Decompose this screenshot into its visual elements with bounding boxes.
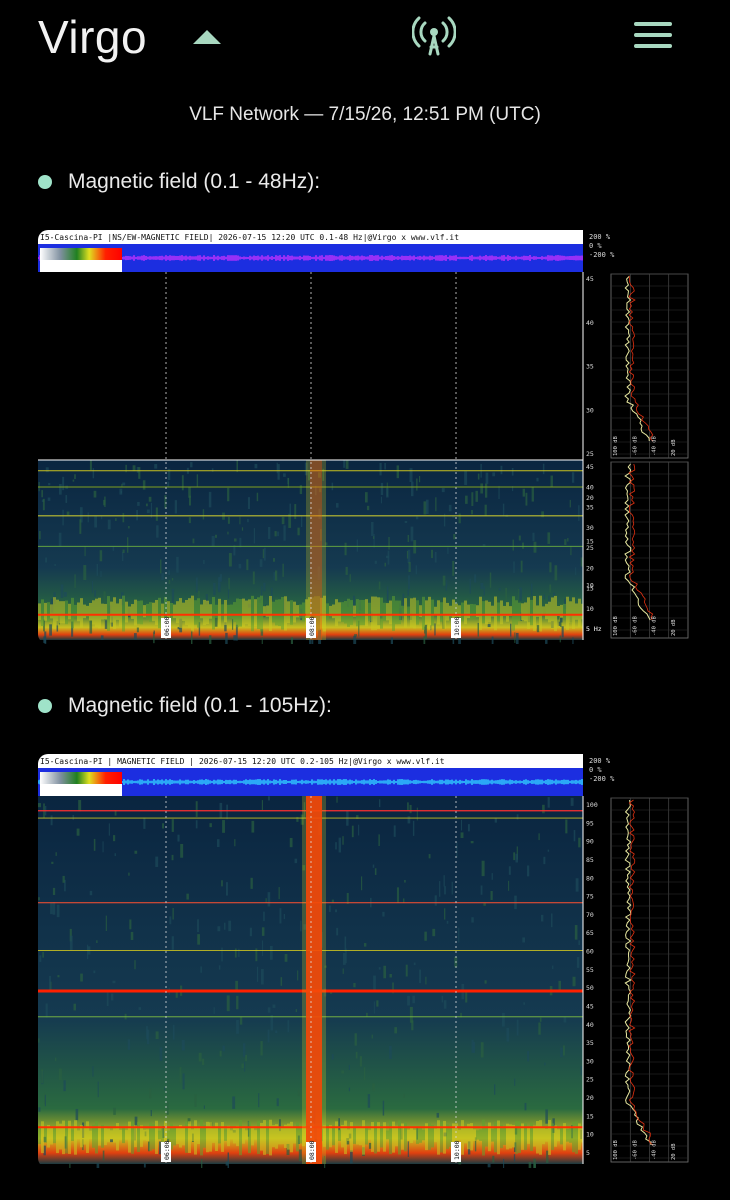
- frequency-tick: 45: [586, 463, 594, 471]
- amplitude-label: -200 %: [589, 775, 615, 783]
- frequency-tick: 70: [586, 911, 594, 919]
- frequency-tick: 85: [586, 856, 594, 864]
- top-bar: Virgo: [0, 0, 730, 80]
- chevron-up-icon[interactable]: [193, 30, 221, 44]
- amplitude-label: 200 %: [589, 757, 611, 765]
- spectrogram-48hz[interactable]: I5-Cascina-PI |NS/EW-MAGNETIC FIELD| 202…: [38, 230, 692, 644]
- frequency-tick: 60: [586, 948, 594, 956]
- side-db-tick: 100 dB: [613, 615, 619, 636]
- frequency-tick: 25: [586, 1076, 594, 1084]
- time-marker: 06:00: [163, 1140, 171, 1160]
- frequency-tick: 35: [586, 363, 594, 371]
- frequency-tick: 35: [586, 504, 594, 512]
- amplitude-label: 0 %: [589, 242, 602, 250]
- frequency-tick: 65: [586, 929, 594, 937]
- frequency-tick: 30: [586, 1057, 594, 1065]
- frequency-tick: 80: [586, 874, 594, 882]
- section-label-48hz: Magnetic field (0.1 - 48Hz):: [38, 170, 320, 194]
- spectrogram-image: I5-Cascina-PI | MAGNETIC FIELD | 2026-07…: [38, 754, 692, 1168]
- frequency-tick: 55: [586, 966, 594, 974]
- time-marker: 08:00: [308, 1140, 316, 1160]
- frequency-tick: 25: [586, 544, 594, 552]
- frequency-tick: 15: [586, 1112, 594, 1120]
- spectrogram-105hz[interactable]: I5-Cascina-PI | MAGNETIC FIELD | 2026-07…: [38, 754, 692, 1168]
- side-db-tick: -40 dB: [652, 1139, 658, 1160]
- side-db-tick: -40 dB: [652, 615, 658, 636]
- network-timestamp: VLF Network — 7/15/26, 12:51 PM (UTC): [189, 104, 541, 125]
- frequency-tick: 75: [586, 893, 594, 901]
- time-marker: 10:00: [453, 1140, 461, 1160]
- frequency-tick: 10: [586, 1131, 594, 1139]
- side-db-tick: -60 dB: [632, 435, 638, 456]
- side-db-tick: -40 dB: [652, 435, 658, 456]
- amplitude-label: -200 %: [589, 251, 615, 259]
- amplitude-label: 200 %: [589, 233, 611, 241]
- frequency-tick: 5 Hz: [586, 625, 602, 633]
- section-title: Magnetic field (0.1 - 48Hz):: [68, 170, 321, 193]
- broadcast-icon[interactable]: [412, 14, 456, 58]
- frequency-tick: 15: [586, 585, 594, 593]
- time-marker: 06:00: [163, 616, 171, 636]
- side-db-tick: 100 dB: [613, 435, 619, 456]
- frequency-tick: 30: [586, 406, 594, 414]
- spectrogram-banner: I5-Cascina-PI |NS/EW-MAGNETIC FIELD| 202…: [40, 233, 459, 242]
- hamburger-menu-icon[interactable]: [634, 22, 672, 52]
- frequency-tick: 95: [586, 819, 594, 827]
- spectrogram-image: I5-Cascina-PI |NS/EW-MAGNETIC FIELD| 202…: [38, 230, 692, 644]
- section-title: Magnetic field (0.1 - 105Hz):: [68, 694, 332, 717]
- side-db-tick: 20 dB: [671, 619, 677, 636]
- frequency-tick: 20: [586, 1094, 594, 1102]
- frequency-tick: 45: [586, 1002, 594, 1010]
- frequency-tick: 90: [586, 838, 594, 846]
- section-label-105hz: Magnetic field (0.1 - 105Hz):: [38, 694, 332, 718]
- frequency-tick: 10: [586, 605, 594, 613]
- frequency-tick: 100: [586, 801, 598, 809]
- time-marker: 08:00: [308, 616, 316, 636]
- frequency-tick: 5: [586, 1149, 590, 1157]
- side-db-tick: 20 dB: [671, 1143, 677, 1160]
- frequency-tick: 30: [586, 524, 594, 532]
- side-db-tick: -60 dB: [632, 1139, 638, 1160]
- time-marker: 10:00: [453, 616, 461, 636]
- station-title: Virgo: [38, 11, 148, 63]
- frequency-tick: 25: [586, 450, 594, 458]
- frequency-tick: 45: [586, 275, 594, 283]
- amplitude-label: 0 %: [589, 766, 602, 774]
- frequency-tick: 40: [586, 319, 594, 327]
- frequency-tick: 20: [586, 494, 594, 502]
- status-dot: [38, 699, 52, 713]
- frequency-tick: 35: [586, 1039, 594, 1047]
- status-dot: [38, 175, 52, 189]
- spectrogram-banner: I5-Cascina-PI | MAGNETIC FIELD | 2026-07…: [40, 757, 445, 766]
- side-db-tick: 100 dB: [613, 1139, 619, 1160]
- frequency-tick: 40: [586, 1021, 594, 1029]
- frequency-tick: 50: [586, 984, 594, 992]
- side-db-tick: 20 dB: [671, 439, 677, 456]
- side-db-tick: -60 dB: [632, 615, 638, 636]
- frequency-tick: 40: [586, 483, 594, 491]
- frequency-tick: 20: [586, 564, 594, 572]
